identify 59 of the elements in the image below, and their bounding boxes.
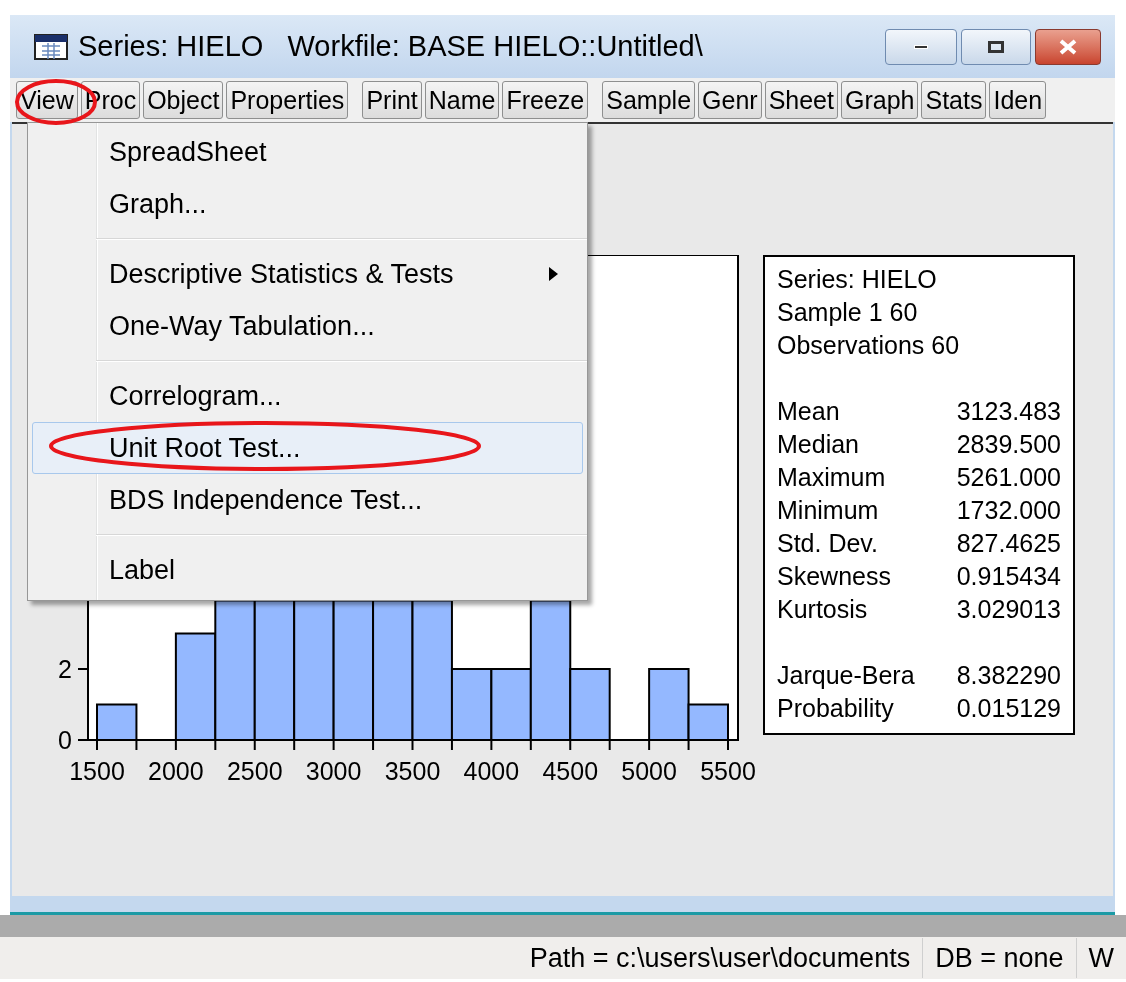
window-icon: [34, 33, 68, 60]
close-icon: [1058, 38, 1078, 55]
menu-item[interactable]: BDS Independence Test...: [32, 474, 583, 526]
status-text: W: [1075, 937, 1126, 979]
statistic-label: Maximum: [777, 462, 886, 493]
statistic-label: Skewness: [777, 561, 891, 592]
statistic-value: 0.015129: [956, 693, 1061, 724]
x-tick-label: 2500: [226, 757, 283, 785]
statistic-value: 2839.500: [956, 429, 1061, 460]
toolbar-button[interactable]: Name: [424, 81, 500, 119]
statistic-value: 827.4625: [956, 528, 1061, 559]
toolbar-button[interactable]: Iden: [989, 81, 1047, 119]
statistic-label: Minimum: [777, 495, 879, 526]
statistic-value: 3123.483: [956, 396, 1061, 427]
x-tick-label: 5500: [700, 757, 756, 785]
statistic-label: Kurtosis: [777, 594, 868, 625]
toolbar-button[interactable]: Properties: [226, 81, 349, 119]
y-tick-label: 0: [58, 726, 72, 754]
menu-item[interactable]: Correlogram...: [32, 370, 583, 422]
status-text: Path = c:\users\user\documents: [528, 941, 912, 975]
maximize-button[interactable]: [961, 28, 1031, 65]
x-tick-label: 4500: [542, 757, 599, 785]
toolbar-button[interactable]: Freeze: [502, 81, 589, 119]
statistics-header-line: Sample 1 60: [777, 297, 919, 328]
statistic-value: 0.915434: [956, 561, 1061, 592]
toolbar-button[interactable]: Object: [143, 81, 224, 119]
statistic-label: Jarque-Bera: [777, 660, 915, 691]
menu-item[interactable]: SpreadSheet: [32, 126, 583, 178]
x-tick-label: 1500: [69, 757, 125, 785]
x-tick-label: 4000: [463, 757, 520, 785]
statistics-header-line: Observations 60: [777, 330, 961, 361]
submenu-arrow-icon: [549, 267, 558, 281]
toolbar-button[interactable]: Graph: [841, 81, 919, 119]
close-button[interactable]: [1035, 28, 1101, 65]
statistic-label: Std. Dev.: [777, 528, 878, 559]
toolbar-button[interactable]: Sample: [602, 81, 696, 119]
toolbar-button[interactable]: Sheet: [764, 81, 838, 119]
statistics-header-line: Series: HIELO: [777, 264, 938, 295]
y-tick-label: 2: [58, 655, 72, 683]
x-tick-label: 2000: [148, 757, 204, 785]
menu-item[interactable]: Label: [32, 544, 583, 596]
menu-item[interactable]: One-Way Tabulation...: [32, 300, 583, 352]
statistic-value: 1732.000: [956, 495, 1061, 526]
statistic-label: Mean: [777, 396, 840, 427]
status-text: DB = none: [922, 937, 1076, 979]
x-tick-label: 5000: [621, 757, 677, 785]
window-title: Series: HIELO Workfile: BASE HIELO::Untitled\: [78, 28, 704, 64]
statistic-value: 8.382290: [956, 660, 1061, 691]
statistic-value: 5261.000: [956, 462, 1061, 493]
toolbar-button[interactable]: Print: [362, 81, 422, 119]
x-tick-label: 3000: [305, 757, 362, 785]
menu-item[interactable]: Descriptive Statistics & Tests: [32, 248, 583, 300]
toolbar-button[interactable]: Genr: [698, 81, 762, 119]
statistic-label: Probability: [777, 693, 894, 724]
statistic-value: 3.029013: [956, 594, 1061, 625]
x-tick-label: 3500: [384, 757, 441, 785]
menu-item[interactable]: Graph...: [32, 178, 583, 230]
toolbar-button[interactable]: Stats: [921, 81, 987, 119]
statistic-label: Median: [777, 429, 859, 460]
